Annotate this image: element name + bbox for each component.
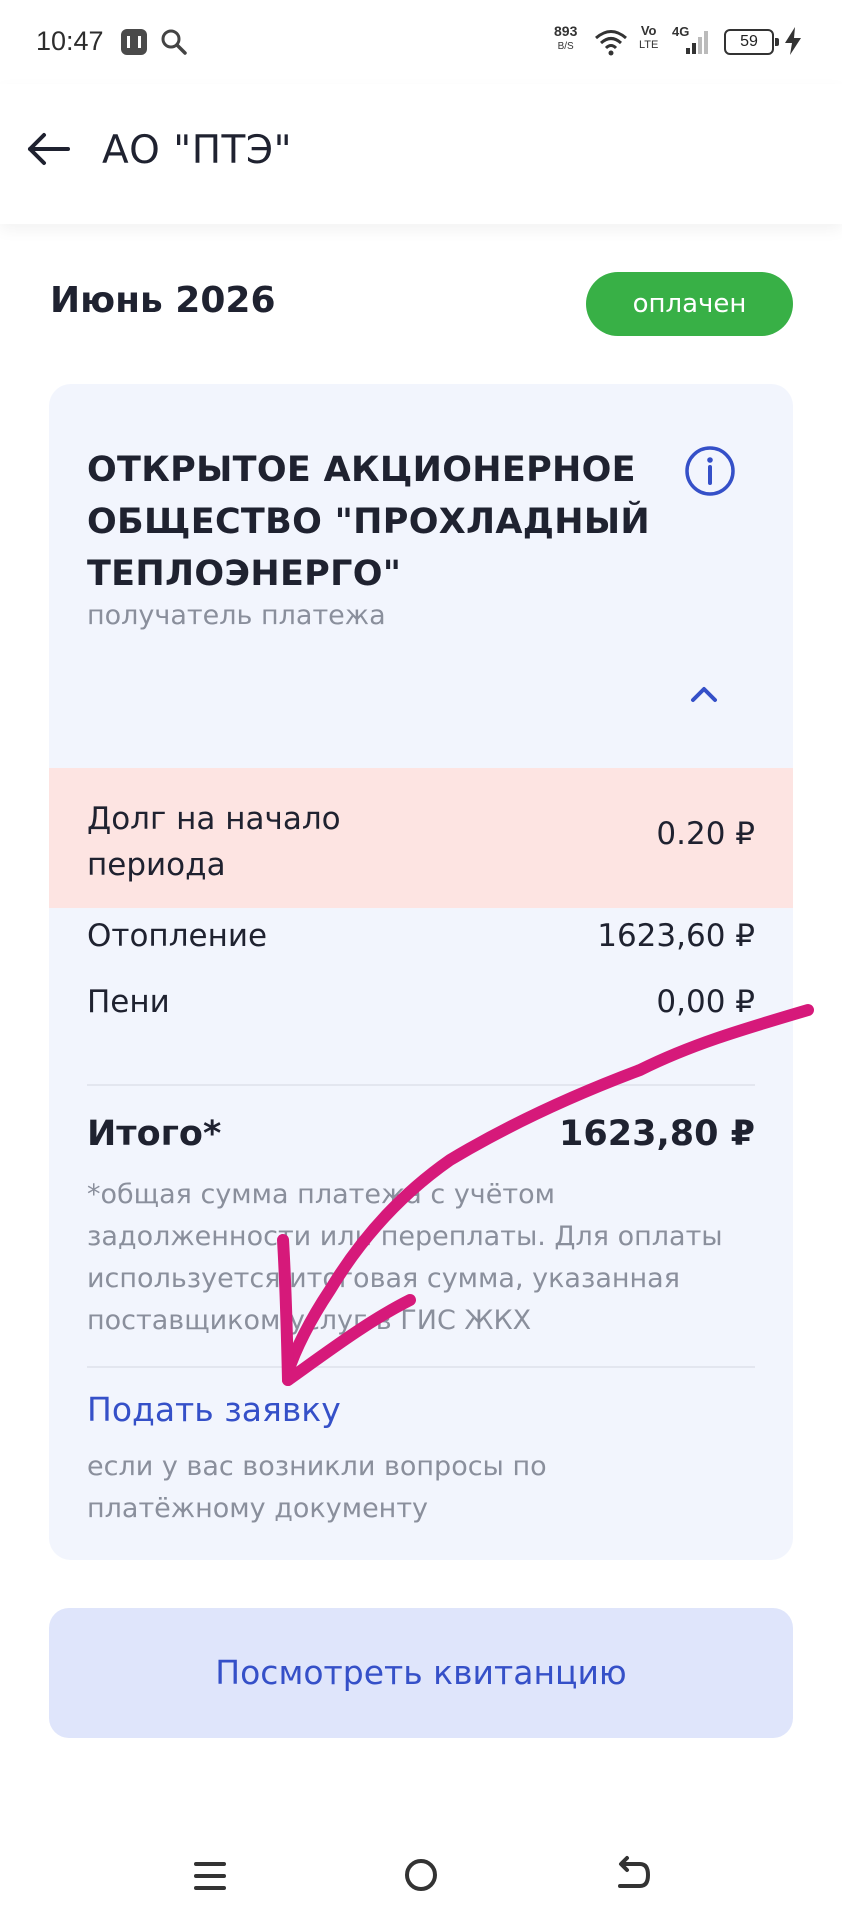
charge-row-heating: Отопление 1623,60 ₽ — [87, 918, 755, 964]
volte-sub-label: LTE — [639, 39, 659, 51]
signal-bars-icon — [686, 31, 708, 54]
charge-row-penalty: Пени 0,00 ₽ — [87, 984, 755, 1030]
charge-label: Пени — [87, 984, 170, 1020]
status-badge: оплачен — [586, 272, 793, 336]
system-back-icon[interactable] — [610, 1854, 654, 1896]
app-header: АО "ПТЭ" — [0, 84, 842, 224]
home-icon[interactable] — [400, 1854, 442, 1896]
period-title: Июнь 2026 — [50, 280, 276, 321]
payment-card: ОТКРЫТОЕ АКЦИОНЕРНОЕ ОБЩЕСТВО "ПРОХЛАДНЫ… — [49, 384, 793, 1560]
volte-label: Vo — [640, 23, 657, 38]
network-speed: 893 B/S — [554, 24, 577, 54]
divider — [87, 1366, 755, 1368]
view-receipt-button[interactable]: Посмотреть квитанцию — [49, 1608, 793, 1738]
recent-apps-icon[interactable] — [188, 1856, 232, 1896]
total-label: Итого* — [87, 1114, 222, 1154]
battery-icon: 59 — [724, 29, 779, 55]
back-arrow-icon[interactable] — [24, 124, 74, 174]
cell-signal: 4G — [672, 24, 716, 56]
debt-value: 0.20 ₽ — [656, 816, 755, 852]
debt-label: Долг на начало периода — [87, 801, 341, 883]
network-speed-value: 893 — [554, 23, 578, 39]
divider — [87, 1084, 755, 1086]
search-icon — [161, 29, 187, 55]
submit-request-link[interactable]: Подать заявку — [87, 1390, 341, 1429]
total-value: 1623,80 ₽ — [559, 1114, 755, 1154]
charge-value: 0,00 ₽ — [656, 984, 755, 1020]
status-time: 10:47 — [36, 26, 104, 56]
charge-label: Отопление — [87, 918, 268, 954]
chevron-up-icon[interactable] — [686, 676, 722, 712]
request-caption: если у вас возникли вопросы по платёжном… — [87, 1451, 547, 1524]
charging-icon — [785, 27, 801, 55]
charge-value: 1623,60 ₽ — [597, 918, 755, 954]
recipient-caption: получатель платежа — [87, 600, 386, 631]
total-note: *общая сумма платежа с учётом задолженно… — [87, 1179, 723, 1336]
debt-row: Долг на начало периода 0.20 ₽ — [49, 768, 793, 908]
system-nav-bar — [0, 1810, 842, 1920]
volte-indicator: Vo LTE — [639, 24, 658, 52]
status-bar: 10:47 893 B/S Vo LTE 4G 59 — [0, 0, 842, 84]
page-title: АО "ПТЭ" — [102, 128, 293, 173]
recipient-name: ОТКРЫТОЕ АКЦИОНЕРНОЕ ОБЩЕСТВО "ПРОХЛАДНЫ… — [87, 450, 651, 594]
info-icon[interactable] — [683, 444, 737, 498]
wifi-icon — [595, 30, 627, 56]
notification-app-icon — [121, 29, 147, 55]
network-speed-unit: B/S — [557, 41, 574, 52]
